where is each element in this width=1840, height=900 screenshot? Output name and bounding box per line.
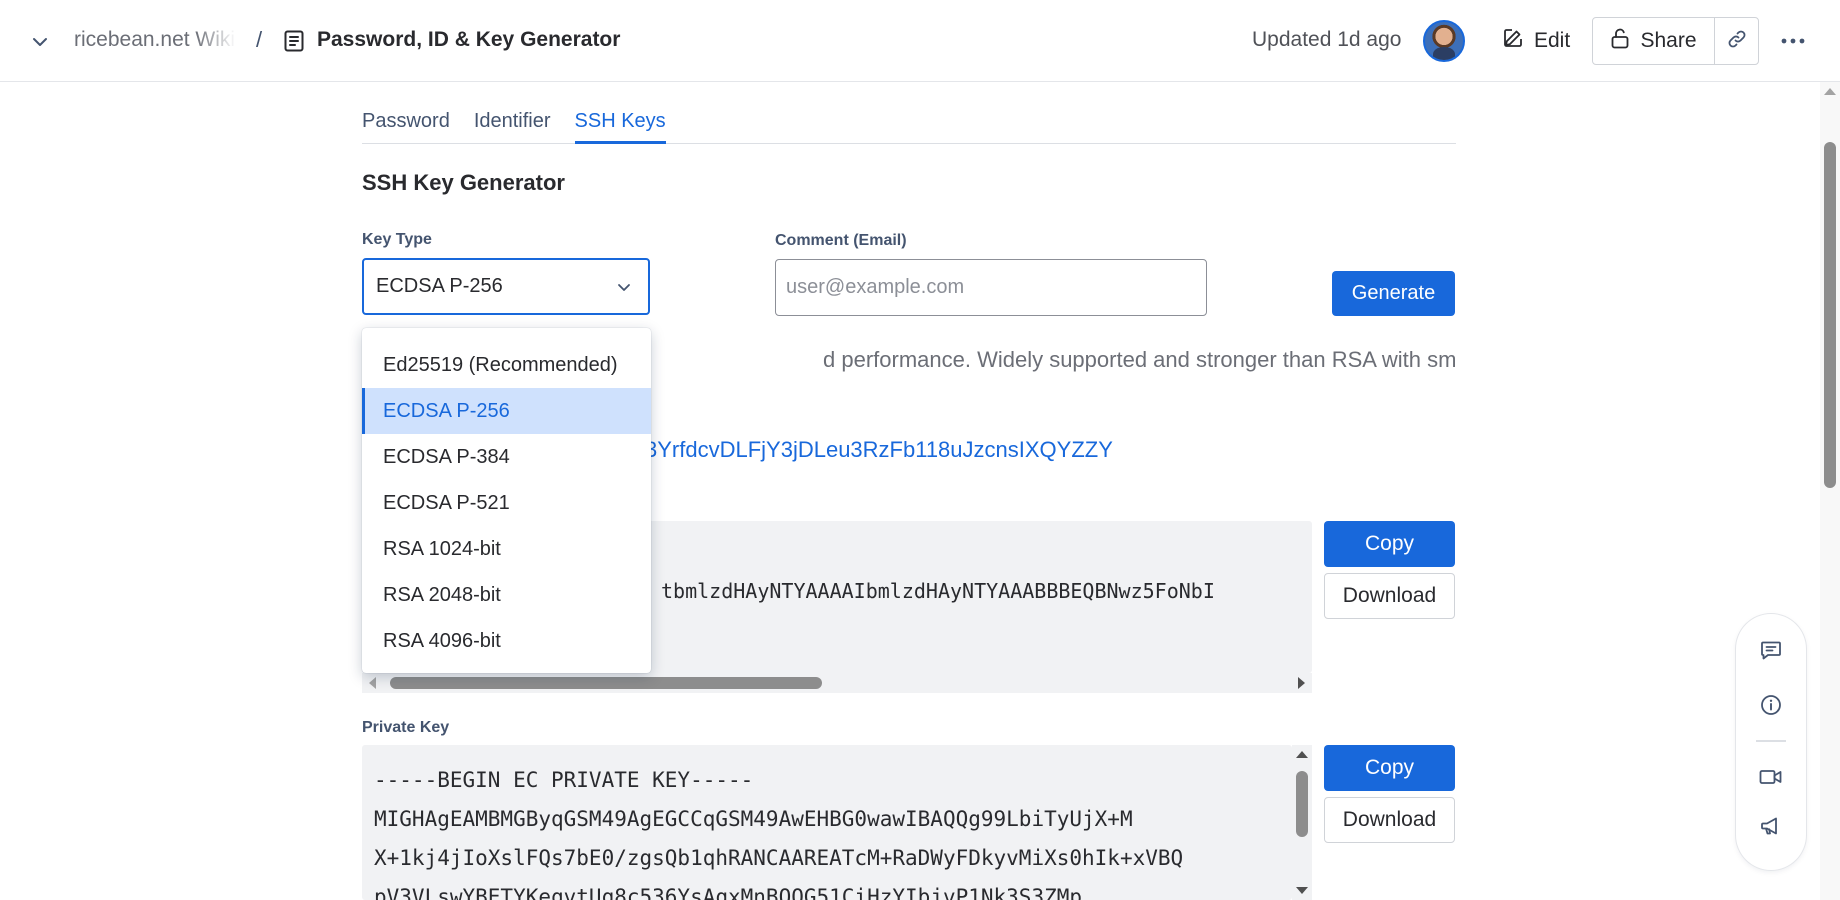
updated-timestamp[interactable]: Updated 1d ago (1252, 28, 1401, 52)
private-key-box[interactable]: -----BEGIN EC PRIVATE KEY----- MIGHAgEAMB… (362, 745, 1292, 900)
link-icon (1726, 28, 1748, 55)
edit-label: Edit (1534, 29, 1571, 52)
option-rsa-4096[interactable]: RSA 4096-bit (362, 618, 651, 664)
comment-icon[interactable] (1755, 634, 1787, 666)
tab-ssh-keys[interactable]: SSH Keys (574, 96, 666, 144)
section-title: SSH Key Generator (362, 170, 565, 195)
horizontal-scrollbar[interactable] (362, 673, 1312, 693)
page-icon (282, 29, 306, 53)
share-label: Share (1640, 29, 1697, 52)
comment-label: Comment (Email) (775, 232, 907, 249)
comment-email-input[interactable] (775, 259, 1207, 316)
option-rsa-2048[interactable]: RSA 2048-bit (362, 572, 651, 618)
chevron-down-icon (616, 278, 632, 301)
download-private-key-button[interactable]: Download (1324, 797, 1455, 843)
option-ecdsa-p384[interactable]: ECDSA P-384 (362, 434, 651, 480)
scrollbar-thumb[interactable] (1824, 142, 1836, 488)
key-type-select[interactable]: ECDSA P-256 (362, 258, 650, 315)
info-icon[interactable] (1755, 689, 1787, 721)
unlock-icon (1610, 27, 1630, 55)
option-ecdsa-p256[interactable]: ECDSA P-256 (362, 388, 651, 434)
scroll-up-icon[interactable] (1824, 88, 1836, 95)
private-key-label: Private Key (362, 719, 450, 736)
megaphone-icon[interactable] (1755, 810, 1787, 842)
scrollbar-thumb[interactable] (1296, 771, 1308, 837)
option-ed25519[interactable]: Ed25519 (Recommended) (362, 342, 651, 388)
chevron-down-icon[interactable] (26, 28, 54, 56)
key-type-value: ECDSA P-256 (376, 275, 503, 297)
scrollbar-thumb[interactable] (390, 677, 822, 689)
edit-button[interactable]: Edit (1492, 18, 1580, 64)
download-public-key-button[interactable]: Download (1324, 573, 1455, 619)
page-title: Password, ID & Key Generator (317, 28, 621, 51)
key-type-label: Key Type (362, 231, 432, 248)
scroll-down-icon[interactable] (1296, 887, 1308, 894)
copy-link-button[interactable] (1715, 18, 1758, 64)
option-rsa-1024[interactable]: RSA 1024-bit (362, 526, 651, 572)
option-ecdsa-p521[interactable]: ECDSA P-521 (362, 480, 651, 526)
rail-divider (1756, 740, 1786, 742)
page-scrollbar[interactable] (1820, 82, 1840, 900)
private-key-text: -----BEGIN EC PRIVATE KEY----- MIGHAgEAMB… (374, 768, 1184, 900)
video-icon[interactable] (1755, 761, 1787, 793)
tab-password[interactable]: Password (362, 96, 450, 144)
tab-bar: Password Identifier SSH Keys (362, 96, 1456, 144)
key-type-dropdown: Ed25519 (Recommended) ECDSA P-256 ECDSA … (362, 328, 651, 673)
breadcrumb-separator: / (256, 27, 263, 52)
share-button[interactable]: Share (1593, 18, 1715, 64)
scroll-up-icon[interactable] (1296, 751, 1308, 758)
breadcrumb-space-link[interactable]: ricebean.net Wiki (74, 28, 236, 52)
scroll-right-icon[interactable] (1298, 677, 1305, 689)
copy-private-key-button[interactable]: Copy (1324, 745, 1455, 791)
vertical-scrollbar[interactable] (1292, 745, 1312, 900)
scroll-left-icon[interactable] (369, 677, 376, 689)
share-group: Share (1592, 17, 1759, 65)
tab-identifier[interactable]: Identifier (474, 96, 551, 144)
generate-button[interactable]: Generate (1332, 271, 1455, 316)
top-bar: ricebean.net Wiki / Password, ID & Key G… (0, 0, 1840, 82)
avatar[interactable] (1423, 20, 1465, 62)
copy-public-key-button[interactable]: Copy (1324, 521, 1455, 567)
right-action-rail (1736, 614, 1806, 870)
more-actions-icon[interactable] (1774, 22, 1812, 60)
pencil-icon (1502, 27, 1524, 55)
